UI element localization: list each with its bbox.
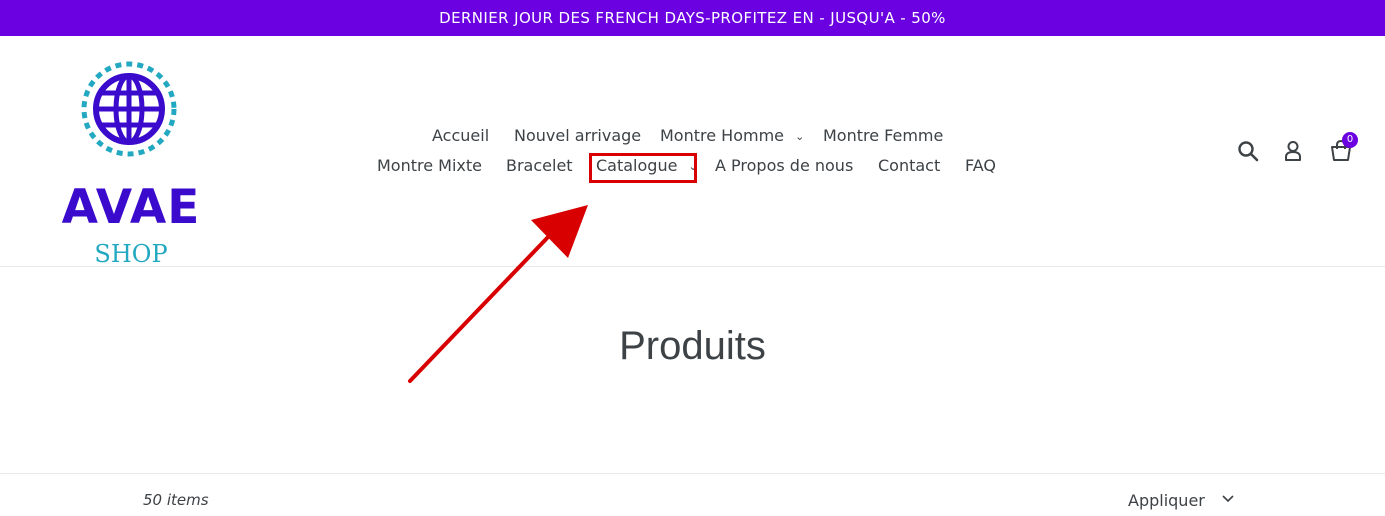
- search-button[interactable]: [1237, 140, 1259, 166]
- shop-logo[interactable]: AVAE SHOP: [55, 60, 207, 268]
- chevron-down-icon[interactable]: [1222, 495, 1234, 503]
- nav-item-nouvel-arrivage[interactable]: Nouvel arrivage: [514, 125, 641, 147]
- divider: [0, 473, 1385, 474]
- logo-wordmark: AVAE: [61, 180, 201, 235]
- announcement-text: DERNIER JOUR DES FRENCH DAYS-PROFITEZ EN…: [439, 9, 946, 27]
- user-icon: [1285, 141, 1301, 161]
- nav-item-faq[interactable]: FAQ: [965, 155, 996, 177]
- nav-item-a-propos[interactable]: A Propos de nous: [715, 155, 853, 177]
- nav-label: Montre Homme: [660, 126, 784, 145]
- cart-count-badge: 0: [1342, 132, 1358, 148]
- nav-item-accueil[interactable]: Accueil: [432, 125, 489, 147]
- nav-label: Accueil: [432, 126, 490, 145]
- items-count: 50 items: [143, 491, 209, 509]
- account-button[interactable]: [1284, 140, 1302, 166]
- nav-label: Montre Femme: [823, 126, 944, 145]
- nav-label: A Propos de nous: [715, 156, 854, 175]
- logo-subtitle: SHOP: [94, 240, 168, 268]
- site-header: AVAE SHOP Accueil Nouvel arrivage Montre…: [0, 36, 1385, 268]
- nav-label: Contact: [878, 156, 941, 175]
- nav-label: Montre Mixte: [377, 156, 482, 175]
- page-title: Produits: [619, 324, 766, 368]
- nav-item-contact[interactable]: Contact: [878, 155, 940, 177]
- nav-item-montre-femme[interactable]: Montre Femme: [823, 125, 943, 147]
- announcement-bar: DERNIER JOUR DES FRENCH DAYS-PROFITEZ EN…: [0, 0, 1385, 36]
- nav-item-bracelet[interactable]: Bracelet: [506, 155, 573, 177]
- nav-item-montre-homme[interactable]: Montre Homme ⌄: [660, 125, 804, 149]
- annotation-highlight-box: [589, 153, 697, 183]
- nav-label: Nouvel arrivage: [514, 126, 642, 145]
- chevron-down-icon: ⌄: [795, 130, 805, 143]
- sort-select[interactable]: Appliquer: [1128, 491, 1205, 510]
- nav-item-montre-mixte[interactable]: Montre Mixte: [377, 155, 482, 177]
- nav-label: FAQ: [965, 156, 996, 175]
- nav-label: Bracelet: [506, 156, 573, 175]
- globe-icon: [81, 61, 177, 157]
- search-icon: [1238, 141, 1259, 162]
